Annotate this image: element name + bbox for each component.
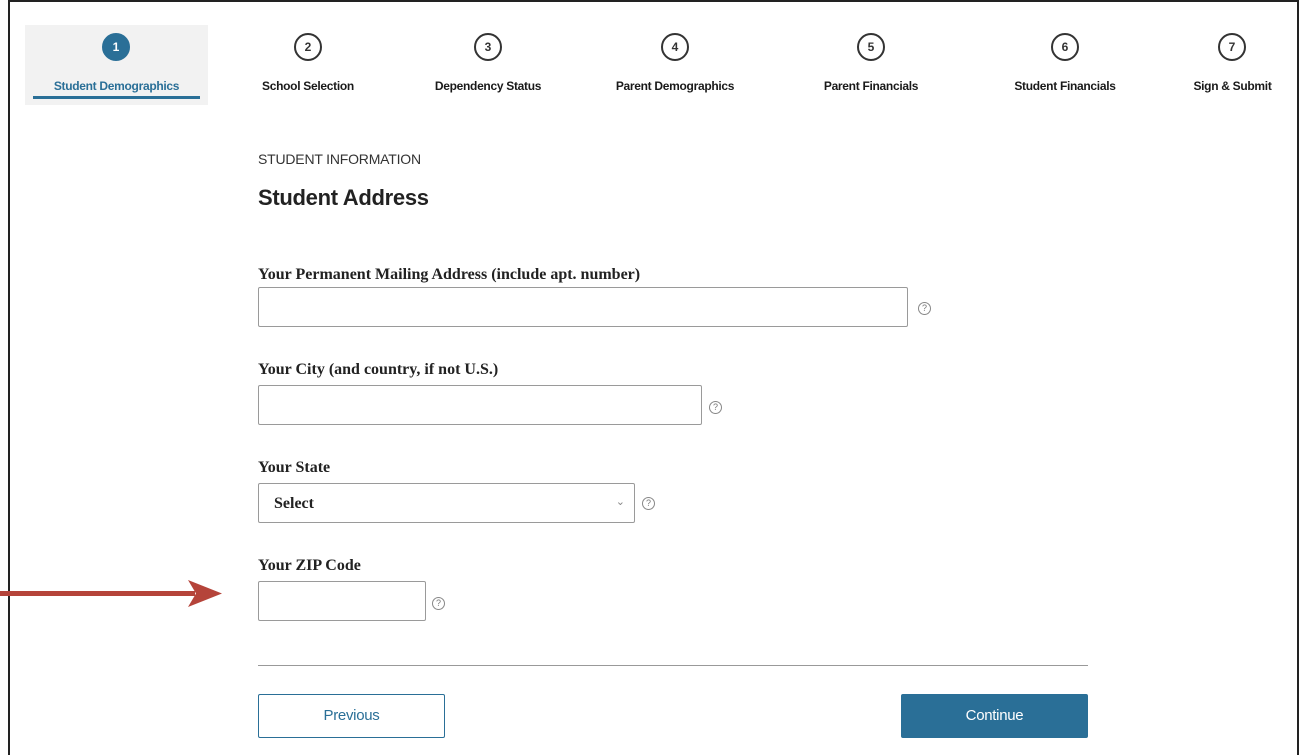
- zip-label: Your ZIP Code: [258, 557, 361, 574]
- step-dependency-status[interactable]: 3 Dependency Status: [403, 25, 573, 105]
- window-frame: [8, 0, 1299, 755]
- active-step-underline: [33, 96, 200, 99]
- page-title: Student Address: [258, 185, 429, 210]
- address-label: Your Permanent Mailing Address (include …: [258, 266, 641, 283]
- step-number: 3: [474, 33, 502, 61]
- step-number: 2: [294, 33, 322, 61]
- step-label: Parent Demographics: [615, 79, 735, 93]
- step-parent-financials[interactable]: 5 Parent Financials: [781, 25, 961, 105]
- step-label: Dependency Status: [434, 79, 542, 93]
- city-label: Your City (and country, if not U.S.): [258, 361, 499, 378]
- state-selected-value: Select: [274, 495, 314, 512]
- red-arrow-icon: [0, 580, 222, 607]
- step-school-selection[interactable]: 2 School Selection: [225, 25, 391, 105]
- step-number: 4: [661, 33, 689, 61]
- continue-button[interactable]: Continue: [901, 694, 1088, 738]
- section-kicker: STUDENT INFORMATION: [258, 151, 421, 167]
- step-label: Student Financials: [1014, 79, 1116, 93]
- step-number: 5: [857, 33, 885, 61]
- step-number: 7: [1218, 33, 1246, 61]
- step-label: School Selection: [262, 79, 354, 93]
- help-icon[interactable]: ?: [709, 401, 722, 414]
- state-label: Your State: [258, 459, 331, 476]
- step-student-demographics[interactable]: 1 Student Demographics: [25, 25, 208, 105]
- help-icon[interactable]: ?: [432, 597, 445, 610]
- zip-code-field[interactable]: [258, 581, 426, 621]
- address-field[interactable]: [258, 287, 908, 327]
- step-number: 1: [102, 33, 130, 61]
- city-field[interactable]: [258, 385, 702, 425]
- step-student-financials[interactable]: 6 Student Financials: [975, 25, 1155, 105]
- help-icon[interactable]: ?: [918, 302, 931, 315]
- step-sign-submit[interactable]: 7 Sign & Submit: [1170, 25, 1295, 105]
- divider: [258, 665, 1088, 666]
- step-label: Parent Financials: [823, 79, 919, 93]
- previous-button[interactable]: Previous: [258, 694, 445, 738]
- step-number: 6: [1051, 33, 1079, 61]
- step-parent-demographics[interactable]: 4 Parent Demographics: [585, 25, 765, 105]
- chevron-down-icon: ⌄: [615, 496, 625, 508]
- state-select[interactable]: Select ⌄: [258, 483, 635, 523]
- step-progress-bar: 1 Student Demographics 2 School Selectio…: [25, 25, 1300, 105]
- step-label: Sign & Submit: [1193, 79, 1272, 93]
- help-icon[interactable]: ?: [642, 497, 655, 510]
- step-label: Student Demographics: [53, 79, 180, 93]
